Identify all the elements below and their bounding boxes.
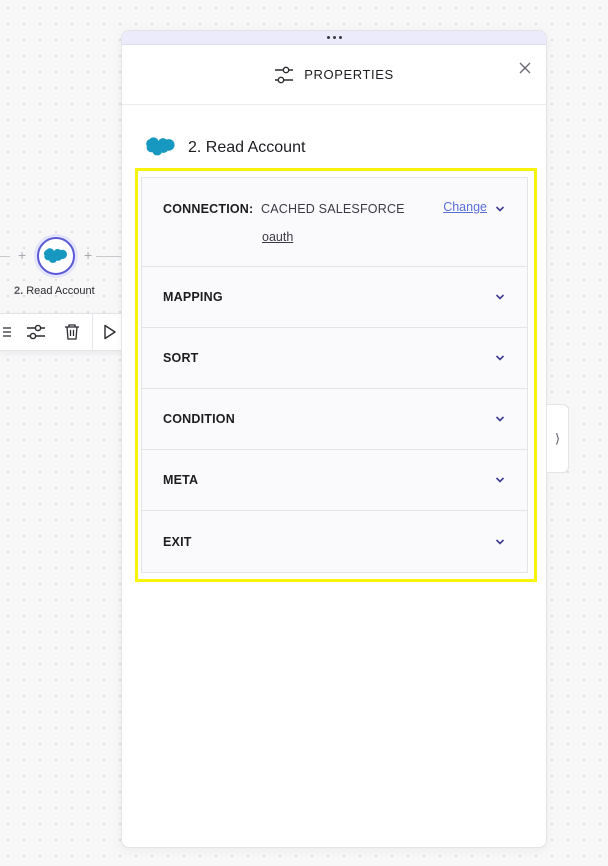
chevron-right-icon: ⟩ — [554, 430, 561, 446]
chevron-down-icon[interactable] — [495, 354, 505, 362]
salesforce-icon — [44, 247, 67, 263]
chevron-down-icon[interactable] — [495, 205, 505, 213]
panel-drag-handle[interactable] — [122, 31, 546, 45]
connection-label: CONNECTION: — [163, 202, 254, 216]
close-icon[interactable] — [518, 61, 532, 75]
sliders-icon[interactable] — [16, 314, 56, 350]
sort-label: SORT — [163, 351, 199, 365]
section-meta[interactable]: META — [142, 450, 527, 511]
change-connection-link[interactable]: Change — [443, 200, 487, 214]
step-title: 2. Read Account — [146, 137, 305, 158]
node-name: Read Account — [26, 285, 95, 297]
trash-icon[interactable] — [56, 314, 90, 350]
salesforce-icon — [146, 137, 175, 156]
list-icon[interactable] — [0, 314, 16, 350]
condition-label: CONDITION — [163, 412, 235, 426]
node-number: 2. — [14, 285, 24, 297]
edge-plus-left[interactable]: + — [18, 248, 26, 262]
section-sort[interactable]: SORT — [142, 328, 527, 389]
connection-value: CACHED SALESFORCE — [261, 202, 405, 216]
chevron-down-icon[interactable] — [495, 538, 505, 546]
step-title-text: 2. Read Account — [188, 138, 306, 156]
edge-right — [96, 256, 121, 257]
section-condition[interactable]: CONDITION — [142, 389, 527, 450]
edge-left — [0, 256, 10, 257]
panel-header: PROPERTIES — [122, 45, 546, 105]
section-connection[interactable]: CONNECTION: CACHED SALESFORCE oauth Chan… — [142, 178, 527, 267]
panel-title: PROPERTIES — [304, 67, 394, 82]
connection-auth-link[interactable]: oauth — [262, 230, 293, 244]
section-mapping[interactable]: MAPPING — [142, 267, 527, 328]
sliders-icon — [275, 66, 294, 83]
property-sections: CONNECTION: CACHED SALESFORCE oauth Chan… — [141, 177, 528, 573]
meta-label: META — [163, 473, 199, 487]
workflow-node[interactable] — [37, 237, 75, 275]
section-exit[interactable]: EXIT — [142, 511, 527, 572]
chevron-down-icon[interactable] — [495, 293, 505, 301]
more-dots-icon — [326, 36, 342, 39]
exit-label: EXIT — [163, 534, 192, 549]
edge-plus-right[interactable]: + — [84, 248, 92, 262]
node-toolbar — [0, 313, 128, 351]
chevron-down-icon[interactable] — [495, 476, 505, 484]
panel-collapse-tab[interactable]: ⟩ — [547, 404, 569, 473]
properties-panel: PROPERTIES 2. Read Account CONNECTION: C… — [121, 30, 547, 848]
node-label: 2. Read Account — [14, 285, 95, 297]
mapping-label: MAPPING — [163, 290, 223, 304]
chevron-down-icon[interactable] — [495, 415, 505, 423]
